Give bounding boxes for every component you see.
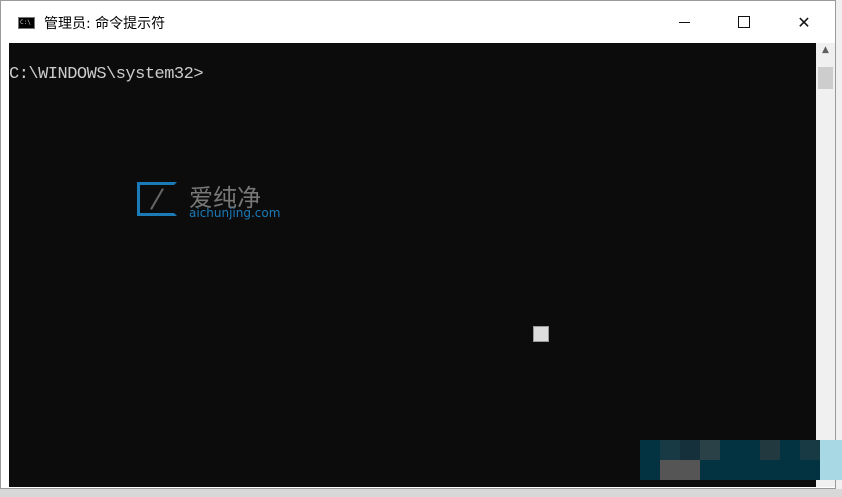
scroll-up-arrow-icon[interactable]: ▲ [816, 45, 835, 59]
minimize-button[interactable] [661, 1, 707, 43]
title-bar[interactable]: C:\ 管理员: 命令提示符 ✕ [1, 1, 835, 43]
close-icon: ✕ [797, 12, 811, 32]
cmd-window: C:\ 管理员: 命令提示符 ✕ C:\WINDOWS\system32> ▲ [0, 0, 836, 489]
maximize-icon [738, 16, 750, 28]
scrollbar-thumb[interactable] [818, 67, 833, 89]
close-button[interactable]: ✕ [781, 1, 827, 43]
broken-image-icon [533, 326, 549, 342]
console-area[interactable]: C:\WINDOWS\system32> [9, 43, 816, 487]
watermark-domain: aichunjing.com [189, 206, 281, 220]
command-prompt[interactable]: C:\WINDOWS\system32> [9, 65, 204, 84]
vertical-scrollbar[interactable]: ▲ [816, 43, 835, 487]
background-strip [820, 440, 842, 480]
cmd-icon: C:\ [18, 17, 35, 29]
desktop-background [0, 489, 842, 497]
window-title: 管理员: 命令提示符 [44, 16, 166, 32]
mosaic-blur [640, 440, 820, 480]
minimize-icon [678, 21, 690, 23]
maximize-button[interactable] [721, 1, 767, 43]
